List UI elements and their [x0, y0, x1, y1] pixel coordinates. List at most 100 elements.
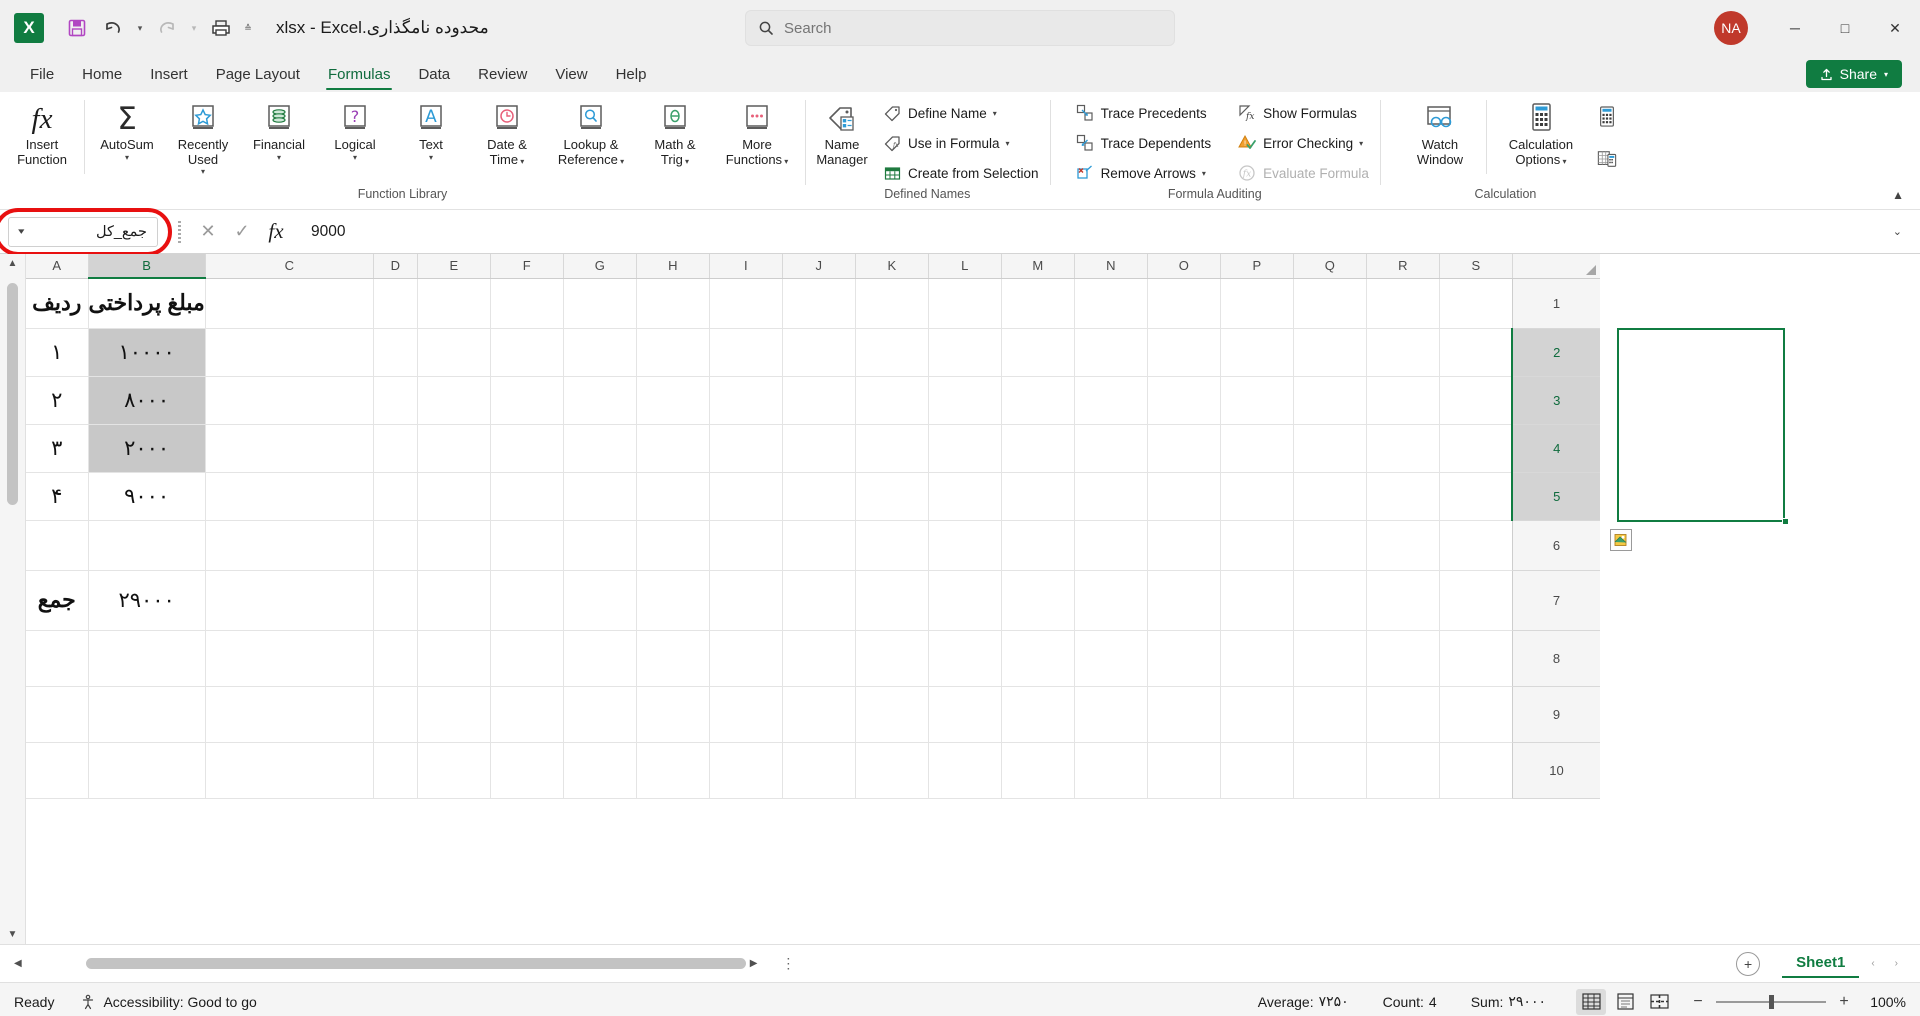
row-header-10[interactable]: 10	[1511, 742, 1601, 799]
sheet-prev-icon[interactable]: ‹	[1863, 958, 1882, 969]
undo-dropdown-icon[interactable]: ▾	[132, 23, 148, 34]
horizontal-scroll-track[interactable]	[36, 957, 746, 970]
cell-C1[interactable]	[205, 278, 374, 329]
cancel-edit-icon[interactable]: ✕	[191, 217, 225, 247]
calculate-now-button[interactable]	[1587, 102, 1627, 132]
cell-C10[interactable]	[205, 742, 374, 799]
tab-formulas[interactable]: Formulas	[314, 60, 405, 92]
col-header-K[interactable]: K	[855, 254, 929, 279]
text-caret-icon[interactable]: ▾	[429, 153, 433, 162]
cell-C6[interactable]	[205, 520, 374, 571]
name-box[interactable]: جمع_کل ▾	[8, 216, 158, 247]
normal-view-icon[interactable]	[1576, 988, 1606, 1015]
col-header-O[interactable]: O	[1147, 254, 1221, 279]
cell-A9[interactable]	[26, 686, 89, 743]
trace-dependents-button[interactable]: Trace Dependents	[1068, 128, 1219, 158]
calculation-options-button[interactable]: Calculation Options ▾	[1495, 96, 1587, 169]
share-caret-icon[interactable]: ▾	[1884, 70, 1888, 79]
col-header-P[interactable]: P	[1220, 254, 1294, 279]
avatar[interactable]: NA	[1714, 11, 1748, 45]
zoom-out-button[interactable]: −	[1690, 993, 1706, 1011]
close-button[interactable]: ✕	[1870, 0, 1920, 56]
cell-B7[interactable]: ۲۹۰۰۰	[88, 570, 206, 631]
col-header-D[interactable]: D	[373, 254, 418, 279]
cell-C8[interactable]	[205, 630, 374, 687]
paste-options-icon[interactable]	[1610, 529, 1632, 551]
save-icon[interactable]	[60, 11, 94, 45]
financial-caret-icon[interactable]: ▾	[277, 153, 281, 162]
remove-arrows-button[interactable]: Remove Arrows ▾	[1068, 158, 1219, 188]
status-average[interactable]: Average: ۷۲۵۰	[1258, 993, 1349, 1010]
row-header-2[interactable]: 2	[1511, 328, 1601, 377]
horizontal-scroll-thumb[interactable]	[85, 958, 746, 969]
row-header-5[interactable]: 5	[1511, 472, 1601, 521]
cell-C5[interactable]	[205, 472, 374, 521]
recently-used-caret-icon[interactable]: ▾	[201, 167, 205, 176]
date-time-button[interactable]: Date & Time ▾	[469, 96, 545, 169]
col-header-A[interactable]: A	[26, 254, 89, 279]
row-header-9[interactable]: 9	[1511, 686, 1601, 743]
page-layout-view-icon[interactable]	[1610, 989, 1640, 1015]
use-in-formula-button[interactable]: fx Use in Formula ▾	[875, 128, 1046, 158]
date-time-caret-icon[interactable]: ▾	[518, 157, 524, 166]
vertical-scroll-thumb[interactable]	[7, 283, 18, 505]
undo-icon[interactable]	[96, 11, 130, 45]
col-header-E[interactable]: E	[417, 254, 491, 279]
hscroll-left-icon[interactable]: ◀	[4, 958, 32, 969]
cell-B9[interactable]	[88, 686, 206, 743]
tab-home[interactable]: Home	[68, 60, 136, 92]
define-name-caret-icon[interactable]: ▾	[993, 109, 997, 118]
trace-precedents-button[interactable]: Trace Precedents	[1068, 98, 1219, 128]
cell-A1[interactable]: ردیف	[26, 278, 89, 329]
sheet-tab-sheet1[interactable]: Sheet1	[1782, 949, 1860, 978]
calculate-sheet-button[interactable]	[1587, 144, 1627, 174]
maximize-button[interactable]: □	[1820, 0, 1870, 56]
cell-B5[interactable]: ۹۰۰۰	[88, 472, 206, 521]
tab-page-layout[interactable]: Page Layout	[202, 60, 314, 92]
tab-help[interactable]: Help	[602, 60, 661, 92]
confirm-edit-icon[interactable]: ✓	[225, 217, 259, 247]
vertical-scroll-track[interactable]	[6, 275, 19, 923]
autosum-button[interactable]: Σ AutoSum ▾	[89, 96, 165, 164]
tab-insert[interactable]: Insert	[136, 60, 202, 92]
more-functions-caret-icon[interactable]: ▾	[782, 157, 788, 166]
print-icon[interactable]	[204, 11, 238, 45]
status-count[interactable]: Count: 4	[1383, 994, 1437, 1010]
vertical-scrollbar[interactable]: ▲ ▼	[0, 254, 26, 944]
use-in-formula-caret-icon[interactable]: ▾	[1006, 139, 1010, 148]
page-break-view-icon[interactable]	[1644, 989, 1674, 1015]
cell-C4[interactable]	[205, 424, 374, 473]
insert-function-icon[interactable]: fx	[259, 217, 293, 247]
col-header-F[interactable]: F	[490, 254, 564, 279]
cell-A2[interactable]: ۱	[26, 328, 89, 377]
row-header-1[interactable]: 1	[1511, 278, 1601, 329]
status-sum[interactable]: Sum: ۲۹۰۰۰	[1471, 993, 1546, 1010]
calculation-options-caret-icon[interactable]: ▾	[1560, 157, 1566, 166]
cell-C7[interactable]	[205, 570, 374, 631]
zoom-slider-knob[interactable]	[1769, 994, 1774, 1009]
col-header-N[interactable]: N	[1074, 254, 1148, 279]
cell-B3[interactable]: ۸۰۰۰	[88, 376, 206, 425]
scroll-up-icon[interactable]: ▲	[8, 254, 18, 273]
tab-split-handle[interactable]: ⋮	[767, 955, 810, 972]
accessibility-status[interactable]: Accessibility: Good to go	[80, 994, 257, 1010]
cell-B6[interactable]	[88, 520, 206, 571]
col-header-B[interactable]: B	[88, 254, 206, 279]
zoom-level-label[interactable]: 100%	[1862, 994, 1906, 1010]
tab-data[interactable]: Data	[404, 60, 464, 92]
tab-review[interactable]: Review	[464, 60, 541, 92]
zoom-in-button[interactable]: +	[1836, 993, 1852, 1011]
math-trig-button[interactable]: Math & Trig ▾	[637, 96, 713, 169]
add-sheet-button[interactable]: +	[1736, 951, 1761, 976]
redo-dropdown-icon[interactable]: ▾	[186, 23, 202, 34]
cell-B10[interactable]	[88, 742, 206, 799]
minimize-button[interactable]: ─	[1770, 0, 1820, 56]
logical-caret-icon[interactable]: ▾	[353, 153, 357, 162]
col-header-L[interactable]: L	[928, 254, 1002, 279]
col-header-S[interactable]: S	[1439, 254, 1513, 279]
financial-button[interactable]: Financial ▾	[241, 96, 317, 164]
share-button[interactable]: Share ▾	[1805, 60, 1902, 88]
watch-window-button[interactable]: Watch Window	[1402, 96, 1478, 169]
col-header-C[interactable]: C	[205, 254, 374, 279]
text-button[interactable]: A Text ▾	[393, 96, 469, 164]
